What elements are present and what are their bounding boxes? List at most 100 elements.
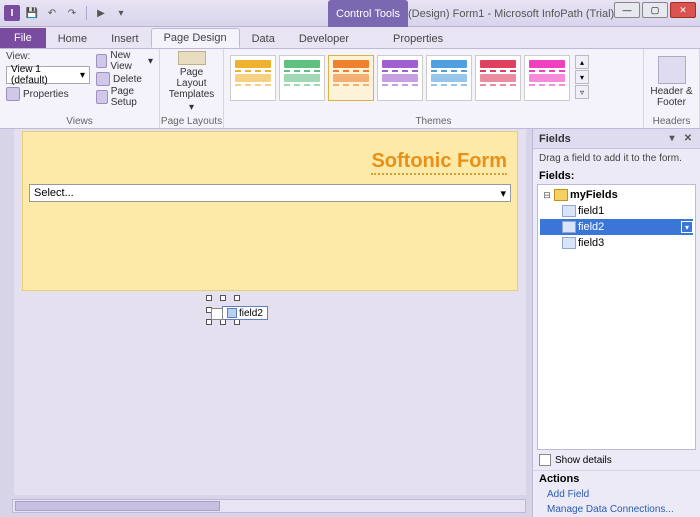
show-details-checkbox[interactable] bbox=[539, 454, 551, 466]
field-icon bbox=[562, 221, 576, 233]
tree-item-field1[interactable]: field1 bbox=[540, 203, 693, 219]
delete-icon bbox=[96, 72, 110, 86]
field-tag-label: field2 bbox=[239, 308, 263, 319]
show-details-row[interactable]: Show details bbox=[533, 450, 700, 470]
chevron-down-icon: ▾ bbox=[189, 102, 194, 113]
ribbon-tabs: File Home Insert Page Design Data Develo… bbox=[0, 27, 700, 49]
form-surface[interactable]: Softonic Form Select... ▾ bbox=[22, 131, 518, 291]
horizontal-scrollbar[interactable] bbox=[12, 499, 526, 513]
chevron-down-icon: ▾ bbox=[148, 56, 153, 67]
select-dropdown[interactable]: Select... ▾ bbox=[29, 184, 511, 202]
page-setup-label: Page Setup bbox=[111, 86, 153, 108]
theme-swatch[interactable] bbox=[475, 55, 521, 101]
window-title: (Design) Form1 - Microsoft InfoPath (Tri… bbox=[408, 0, 614, 27]
field-icon bbox=[227, 308, 237, 318]
delete-label: Delete bbox=[113, 74, 142, 85]
tree-root[interactable]: ⊟ myFields bbox=[540, 187, 693, 203]
form-title[interactable]: Softonic Form bbox=[371, 150, 507, 175]
manage-connections-link[interactable]: Manage Data Connections... bbox=[533, 502, 700, 517]
design-canvas-pane: Softonic Form Select... ▾ field2 bbox=[0, 129, 532, 517]
properties-button[interactable]: Properties bbox=[6, 86, 90, 102]
theme-swatch[interactable] bbox=[524, 55, 570, 101]
tree-root-label: myFields bbox=[570, 189, 618, 201]
group-label-headers: Headers bbox=[644, 116, 699, 127]
theme-swatch[interactable] bbox=[230, 55, 276, 101]
close-button[interactable]: ✕ bbox=[670, 2, 696, 18]
fields-pane-title: Fields bbox=[539, 133, 571, 145]
control-tools-contextual-tab: Control Tools bbox=[328, 0, 408, 27]
save-icon[interactable]: 💾 bbox=[24, 5, 40, 21]
minimize-button[interactable]: — bbox=[614, 2, 640, 18]
redo-icon[interactable]: ↷ bbox=[64, 5, 80, 21]
page-layout-templates-button[interactable]: Page Layout Templates ▾ bbox=[166, 51, 217, 113]
qat-customize-icon[interactable]: ▾ bbox=[113, 5, 129, 21]
title-bar: I 💾 ↶ ↷ ▶ ▾ Control Tools (Design) Form1… bbox=[0, 0, 700, 27]
view-combo-text: View 1 (default) bbox=[11, 64, 80, 86]
theme-swatch[interactable] bbox=[279, 55, 325, 101]
undo-icon[interactable]: ↶ bbox=[44, 5, 60, 21]
group-headers: Header & Footer Headers bbox=[644, 49, 700, 128]
tab-developer[interactable]: Developer bbox=[287, 30, 361, 48]
pane-menu-icon[interactable]: ▾ bbox=[666, 133, 678, 145]
field-tag[interactable]: field2 bbox=[222, 306, 268, 320]
field-icon bbox=[562, 205, 576, 217]
delete-button[interactable]: Delete bbox=[96, 71, 153, 87]
fields-pane-header: Fields ▾ ✕ bbox=[533, 129, 700, 149]
theme-swatch[interactable] bbox=[377, 55, 423, 101]
ribbon: View: View 1 (default)▾ Properties New V… bbox=[0, 49, 700, 129]
theme-swatch[interactable] bbox=[328, 55, 374, 101]
tab-home[interactable]: Home bbox=[46, 30, 99, 48]
header-footer-label: Header & Footer bbox=[650, 86, 693, 108]
tab-insert[interactable]: Insert bbox=[99, 30, 151, 48]
properties-icon bbox=[6, 87, 20, 101]
fields-pane: Fields ▾ ✕ Drag a field to add it to the… bbox=[532, 129, 700, 517]
tab-page-design[interactable]: Page Design bbox=[151, 28, 240, 48]
gallery-down-icon[interactable]: ▾ bbox=[575, 70, 589, 84]
maximize-button[interactable]: ▢ bbox=[642, 2, 668, 18]
select-placeholder-text: Select... bbox=[34, 187, 74, 199]
add-field-link[interactable]: Add Field bbox=[533, 487, 700, 502]
tree-item-label: field3 bbox=[578, 237, 604, 249]
header-footer-button[interactable]: Header & Footer bbox=[650, 51, 693, 113]
tree-item-label: field1 bbox=[578, 205, 604, 217]
themes-gallery[interactable]: ▴▾▿ bbox=[230, 51, 637, 101]
group-views: View: View 1 (default)▾ Properties New V… bbox=[0, 49, 160, 128]
group-label-themes: Themes bbox=[224, 116, 643, 127]
tree-item-field2[interactable]: field2 ▾ bbox=[540, 219, 693, 235]
collapse-icon[interactable]: ⊟ bbox=[542, 190, 552, 201]
tree-item-label: field2 bbox=[578, 221, 604, 233]
work-area: Softonic Form Select... ▾ field2 Fields bbox=[0, 129, 700, 517]
window-controls: — ▢ ✕ bbox=[614, 2, 696, 18]
design-canvas[interactable]: Softonic Form Select... ▾ field2 bbox=[14, 129, 526, 495]
view-combo[interactable]: View 1 (default)▾ bbox=[6, 66, 90, 84]
tab-file[interactable]: File bbox=[0, 28, 46, 48]
group-themes: ▴▾▿ Themes bbox=[224, 49, 644, 128]
new-view-button[interactable]: New View ▾ bbox=[96, 53, 153, 69]
gallery-more-icon[interactable]: ▿ bbox=[575, 85, 589, 99]
field-dropdown-icon[interactable]: ▾ bbox=[681, 221, 693, 233]
page-setup-button[interactable]: Page Setup bbox=[96, 89, 153, 105]
tab-properties[interactable]: Properties bbox=[381, 30, 455, 48]
actions-label: Actions bbox=[533, 470, 700, 487]
properties-label: Properties bbox=[23, 89, 69, 100]
field-icon bbox=[562, 237, 576, 249]
separator bbox=[86, 6, 87, 20]
theme-swatch[interactable] bbox=[426, 55, 472, 101]
chevron-down-icon: ▾ bbox=[80, 70, 85, 81]
view-label: View: bbox=[6, 51, 90, 62]
show-details-label: Show details bbox=[555, 455, 612, 466]
gallery-up-icon[interactable]: ▴ bbox=[575, 55, 589, 69]
group-label-views: Views bbox=[0, 116, 159, 127]
fields-tree[interactable]: ⊟ myFields field1 field2 ▾ field3 bbox=[537, 184, 696, 450]
fields-label: Fields: bbox=[533, 168, 700, 184]
group-page-layouts: Page Layout Templates ▾ Page Layouts bbox=[160, 49, 224, 128]
app-icon[interactable]: I bbox=[4, 5, 20, 21]
pane-close-icon[interactable]: ✕ bbox=[682, 133, 694, 145]
page-setup-icon bbox=[96, 90, 108, 104]
tree-item-field3[interactable]: field3 bbox=[540, 235, 693, 251]
header-footer-icon bbox=[658, 56, 686, 84]
preview-icon[interactable]: ▶ bbox=[93, 5, 109, 21]
scrollbar-thumb[interactable] bbox=[15, 501, 220, 511]
chevron-down-icon: ▾ bbox=[500, 187, 506, 200]
tab-data[interactable]: Data bbox=[240, 30, 287, 48]
